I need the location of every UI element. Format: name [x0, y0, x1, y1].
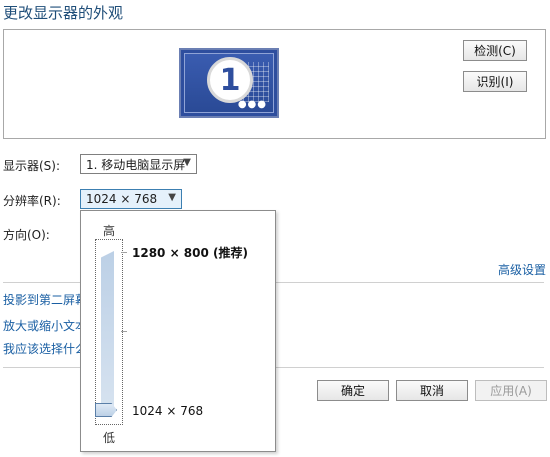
advanced-settings-link[interactable]: 高级设置	[498, 261, 546, 278]
apply-button[interactable]: 应用(A)	[475, 380, 547, 401]
monitor-dots-icon: ●●●	[237, 99, 267, 110]
slider-tick	[121, 252, 127, 253]
display-select-value: 1. 移动电脑显示屏	[86, 157, 186, 172]
resolution-slider-track[interactable]	[101, 251, 114, 414]
monitor-1[interactable]: 1 ●●●	[179, 48, 279, 118]
cancel-button[interactable]: 取消	[396, 380, 468, 401]
chevron-down-icon: ▼	[168, 192, 176, 203]
identify-button[interactable]: 识别(I)	[463, 71, 527, 92]
detect-button[interactable]: 检测(C)	[463, 40, 527, 61]
display-label: 显示器(S):	[3, 159, 61, 173]
slider-tick	[121, 331, 127, 332]
chevron-down-icon: ▼	[183, 157, 191, 168]
slider-high-label: 高	[103, 224, 116, 238]
help-choose-link[interactable]: 我应该选择什么	[3, 340, 87, 357]
text-size-link[interactable]: 放大或缩小文本	[3, 317, 87, 334]
resolution-select[interactable]: 1024 × 768 ▼	[80, 189, 182, 209]
monitor-number-badge: 1	[207, 57, 253, 103]
page-title: 更改显示器的外观	[3, 4, 124, 22]
orientation-label: 方向(O):	[3, 228, 50, 242]
monitor-preview-area: 1 ●●● 检测(C) 识别(I)	[3, 29, 546, 139]
resolution-label: 分辨率(R):	[3, 194, 61, 208]
resolution-option-max[interactable]: 1280 × 800 (推荐)	[132, 244, 248, 261]
ok-button[interactable]: 确定	[317, 380, 389, 401]
project-second-screen-link[interactable]: 投影到第二屏幕	[3, 291, 87, 308]
display-settings-page: 更改显示器的外观 1 ●●● 检测(C) 识别(I) 显示器(S): 1. 移动…	[0, 0, 550, 457]
display-select[interactable]: 1. 移动电脑显示屏 ▼	[80, 154, 197, 174]
resolution-option-current[interactable]: 1024 × 768	[132, 404, 203, 418]
slider-low-label: 低	[103, 431, 116, 445]
resolution-slider-popup: 高 1280 × 800 (推荐) 1024 × 768 低	[80, 210, 276, 452]
resolution-select-value: 1024 × 768	[86, 192, 158, 206]
